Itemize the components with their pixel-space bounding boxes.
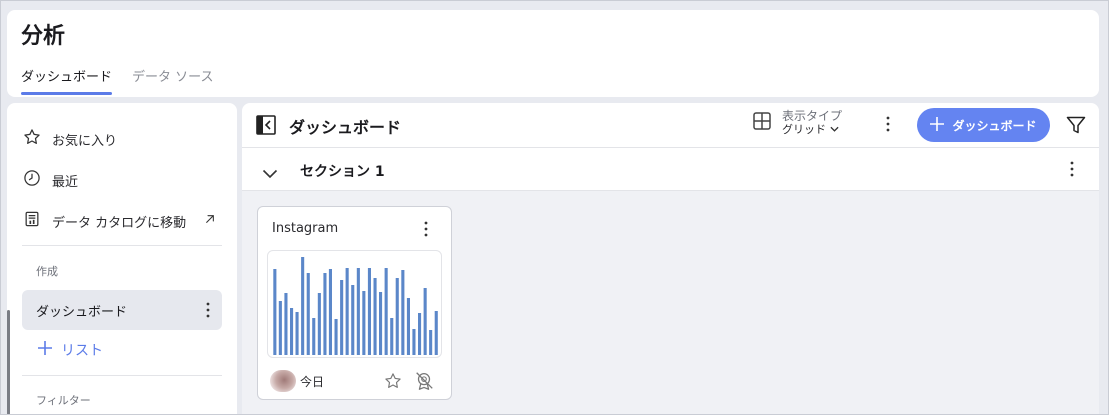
avatar [270,370,296,392]
chart-bar [317,293,321,355]
plus-icon [37,340,53,360]
clock-icon [22,168,42,192]
collapse-sidebar-icon[interactable] [256,115,276,139]
chart-bar [295,312,299,355]
sidebar-item-label: ダッシュボード [36,304,128,320]
sidebar-item-data-catalog[interactable]: データ カタログに移動 [22,203,218,239]
chevron-down-icon [829,123,839,136]
chart-bar [334,319,338,355]
section-header[interactable]: セクション 1 [242,147,1099,191]
chart-bar [406,298,410,355]
more-options-icon[interactable] [206,302,210,322]
card-thumbnail [267,250,442,358]
chart-bar [284,293,288,355]
certified-off-icon[interactable] [413,370,435,396]
chart-bar [384,268,388,355]
chart-bar [418,313,422,355]
chart-bar [290,308,294,355]
dashboard-title: ダッシュボード [289,118,402,137]
sidebar: お気に入り 最近 データ カタログに移動 作成 ダッシュボード リスト フィルタ… [7,103,237,415]
divider [22,375,222,376]
card-footer: 今日 [270,370,442,392]
chart-bar [345,268,349,355]
tab-data-source[interactable]: データ ソース [132,66,213,95]
chart-bar [412,329,416,355]
bar-chart [273,257,438,355]
section-title: セクション 1 [300,164,385,180]
page-title: 分析 [21,24,66,49]
chart-bar [301,257,305,355]
page-header: 分析 ダッシュボード データ ソース [7,10,1099,97]
sidebar-item-label: お気に入り [52,133,118,149]
sidebar-item-label: データ カタログに移動 [52,215,187,231]
dashboard-card[interactable]: Instagram 今日 [257,206,452,400]
more-options-icon[interactable] [1070,161,1074,181]
main-panel: ダッシュボード 表示タイプ グリッド ダッシュボード セクション 1 Insta… [242,103,1099,415]
chart-bar [395,278,399,355]
grid-icon [752,111,772,135]
dashboard-canvas: Instagram 今日 [242,191,1099,415]
chart-bar [390,318,394,355]
chart-bar [401,270,405,355]
chart-bar [429,330,433,355]
chart-bar [340,280,344,355]
star-icon [22,127,42,151]
sidebar-item-label: 最近 [52,174,79,190]
chart-bar [373,278,377,355]
add-dashboard-label: ダッシュボード [952,118,1037,133]
view-type-selector[interactable]: 表示タイプ グリッド [752,109,842,137]
catalog-icon [22,209,42,233]
add-list-button[interactable]: リスト [37,340,103,360]
create-heading: 作成 [36,265,58,278]
chart-bar [273,269,277,355]
add-dashboard-button[interactable]: ダッシュボード [917,108,1050,142]
plus-icon [930,116,945,134]
more-options-icon[interactable] [424,221,428,241]
view-type-label: 表示タイプ [782,109,843,123]
chart-bar [356,268,360,355]
chart-bar [306,273,310,355]
star-icon[interactable] [383,371,403,395]
filter-icon[interactable] [1066,115,1086,139]
chart-bar [362,291,366,355]
sidebar-item-recent[interactable]: 最近 [22,162,78,198]
more-options-icon[interactable] [886,116,890,136]
sidebar-item-favorites[interactable]: お気に入り [22,121,117,157]
chart-bar [379,292,383,355]
chart-bar [351,285,355,355]
chevron-down-icon[interactable] [262,164,278,183]
sidebar-item-dashboard[interactable]: ダッシュボード [22,290,222,330]
divider [22,245,222,246]
scrollbar[interactable] [7,310,10,415]
chart-bar [278,301,282,355]
toolbar: ダッシュボード 表示タイプ グリッド ダッシュボード [242,103,1099,147]
add-list-label: リスト [61,343,103,359]
chart-bar [434,311,438,355]
tab-dashboard[interactable]: ダッシュボード [21,66,113,95]
external-arrow-icon [202,211,218,231]
card-date: 今日 [300,375,325,389]
filter-heading: フィルター [36,394,91,407]
chart-bar [328,269,332,355]
view-type-value: グリッド [782,123,842,137]
tab-bar: ダッシュボード データ ソース [21,66,214,95]
card-title: Instagram [272,221,339,236]
chart-bar [423,288,427,355]
chart-bar [312,318,316,355]
chart-bar [323,273,327,355]
chart-bar [367,268,371,355]
